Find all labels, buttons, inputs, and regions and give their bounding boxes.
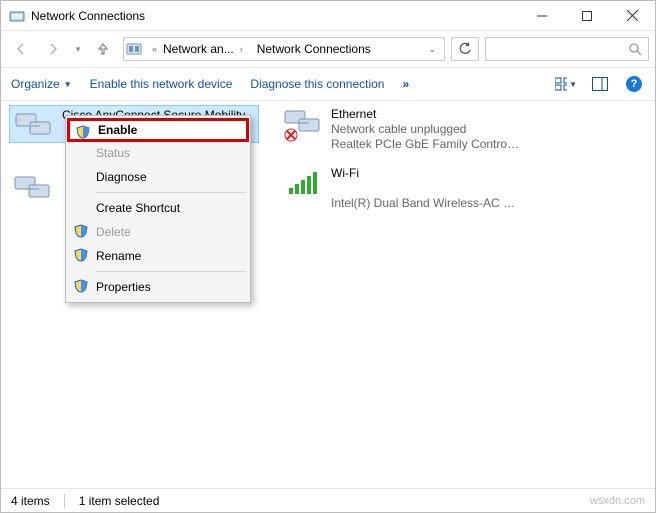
menu-label: Rename (96, 249, 141, 263)
connection-name: Ethernet (331, 107, 521, 122)
titlebar: Network Connections (1, 1, 655, 31)
item-count: 4 items (11, 494, 50, 508)
menu-label: Enable (98, 123, 137, 137)
minimize-button[interactable] (519, 1, 564, 30)
column-2: Ethernet Network cable unplugged Realtek… (279, 105, 529, 213)
selection-count: 1 item selected (79, 494, 160, 508)
context-menu: Enable Status Diagnose Create Shortcut D… (65, 115, 251, 303)
menu-item-rename[interactable]: Rename (68, 244, 248, 268)
watermark: wsxdn.com (590, 495, 645, 507)
menu-label: Delete (96, 225, 131, 239)
maximize-button[interactable] (564, 1, 609, 30)
view-options-button[interactable]: ▼ (555, 73, 577, 95)
separator (64, 494, 65, 508)
content-area: Cisco AnyConnect Secure Mobility Etherne… (1, 101, 655, 488)
wifi-signal-icon (283, 166, 323, 198)
overflow-button[interactable]: » (402, 77, 410, 91)
address-dropdown[interactable]: ⌄ (422, 44, 442, 55)
command-bar: Organize ▼ Enable this network device Di… (1, 67, 655, 101)
menu-label: Create Shortcut (96, 201, 180, 215)
connection-item-ethernet[interactable]: Ethernet Network cable unplugged Realtek… (279, 105, 529, 154)
history-dropdown[interactable]: ▾ (71, 44, 85, 55)
preview-pane-button[interactable] (589, 73, 611, 95)
connection-adapter (331, 181, 521, 196)
breadcrumb-item-1[interactable]: « Network an... › (146, 38, 249, 60)
connection-status: Network cable unplugged (331, 122, 521, 137)
app-icon (9, 8, 25, 24)
menu-item-status: Status (68, 141, 248, 165)
window-title: Network Connections (31, 9, 519, 23)
chevron-right-icon: › (238, 44, 245, 54)
menu-separator (96, 192, 246, 193)
organize-menu[interactable]: Organize ▼ (11, 77, 72, 91)
menu-item-delete: Delete (68, 220, 248, 244)
status-bar: 4 items 1 item selected wsxdn.com (1, 488, 655, 512)
menu-label: Diagnose (96, 170, 147, 184)
window: Network Connections ▾ « Network an... › … (0, 0, 656, 513)
organize-label: Organize (11, 77, 60, 91)
connection-name: Wi-Fi (331, 166, 521, 181)
menu-item-diagnose[interactable]: Diagnose (68, 165, 248, 189)
shield-icon (74, 279, 88, 293)
help-icon: ? (626, 76, 642, 92)
menu-item-properties[interactable]: Properties (68, 275, 248, 299)
adapter-icon (14, 108, 54, 140)
menu-separator (96, 271, 246, 272)
menu-item-create-shortcut[interactable]: Create Shortcut (68, 196, 248, 220)
search-input[interactable] (485, 37, 649, 61)
caret-down-icon: ▼ (64, 80, 72, 89)
menu-label: Status (96, 146, 130, 160)
up-button[interactable] (89, 36, 117, 62)
adapter-icon (13, 171, 53, 203)
shield-icon (76, 125, 90, 139)
breadcrumb-label: Network Connections (257, 42, 371, 56)
forward-button[interactable] (39, 36, 67, 62)
menu-item-enable[interactable]: Enable (67, 118, 249, 142)
address-bar[interactable]: « Network an... › Network Connections ⌄ (123, 37, 445, 61)
window-buttons (519, 1, 655, 30)
shield-icon (74, 224, 88, 238)
help-button[interactable]: ? (623, 73, 645, 95)
connection-adapter: Intel(R) Dual Band Wireless-AC 31... (331, 196, 521, 211)
breadcrumb-label: Network an... (163, 42, 234, 56)
shield-icon (74, 248, 88, 262)
chevron-icon: « (150, 44, 159, 54)
adapter-icon (283, 107, 323, 139)
back-button[interactable] (7, 36, 35, 62)
breadcrumb-item-2[interactable]: Network Connections (253, 38, 375, 60)
navbar: ▾ « Network an... › Network Connections … (1, 31, 655, 67)
enable-device-button[interactable]: Enable this network device (90, 77, 233, 91)
close-button[interactable] (609, 1, 655, 30)
caret-down-icon: ▼ (569, 80, 577, 89)
refresh-button[interactable] (451, 37, 479, 61)
diagnose-button[interactable]: Diagnose this connection (250, 77, 384, 91)
search-icon (628, 42, 642, 56)
connection-item-wifi[interactable]: Wi-Fi Intel(R) Dual Band Wireless-AC 31.… (279, 164, 529, 213)
menu-label: Properties (96, 280, 151, 294)
control-panel-icon (126, 41, 142, 57)
connection-adapter: Realtek PCIe GbE Family Controller (331, 137, 521, 152)
